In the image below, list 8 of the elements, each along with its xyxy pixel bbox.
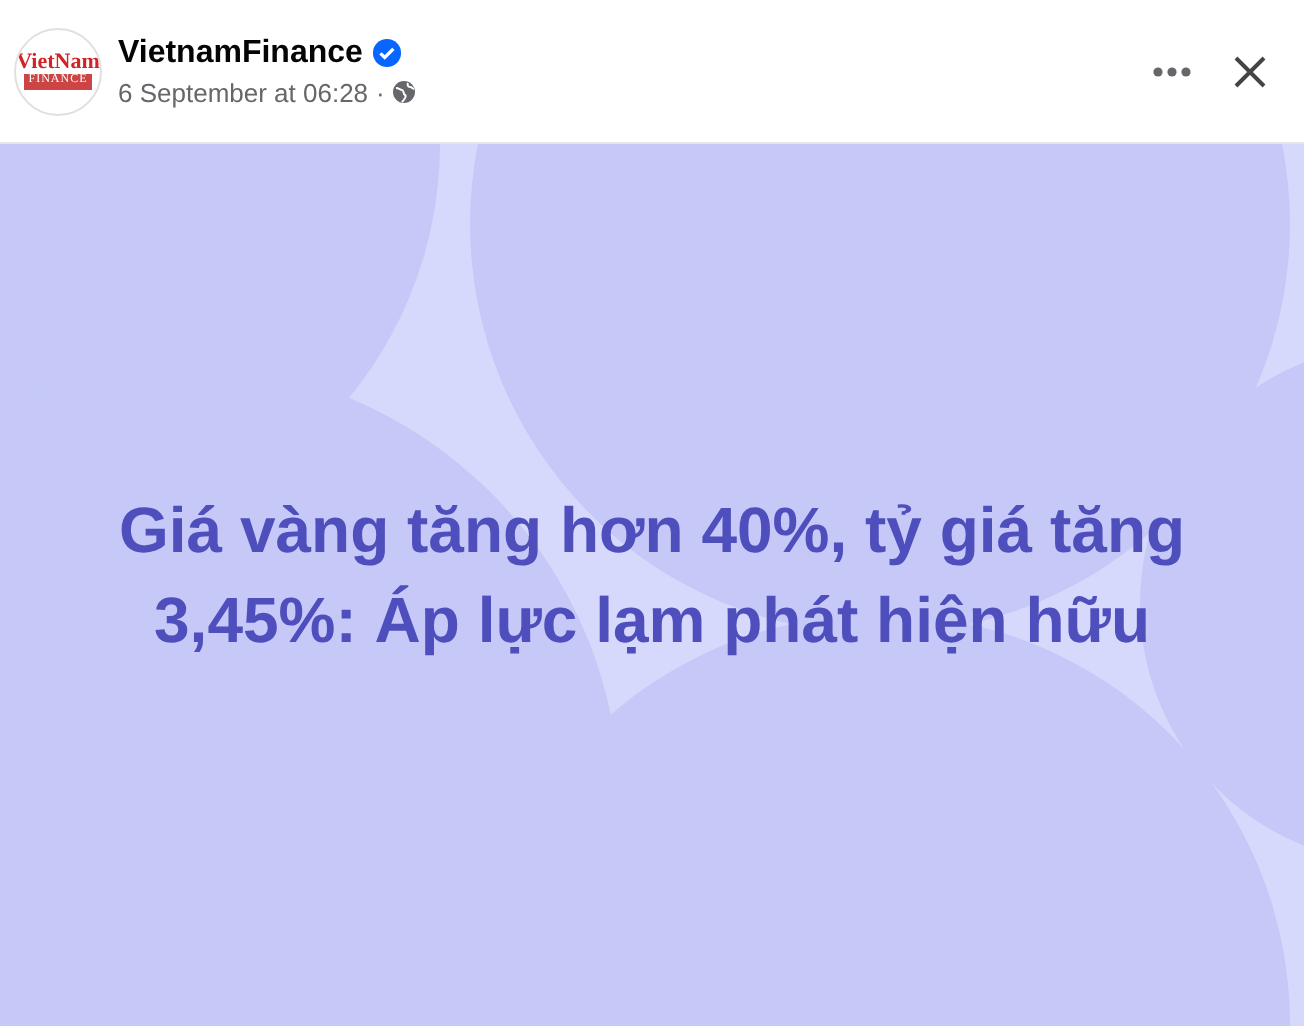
separator-dot: ·: [376, 77, 385, 107]
more-icon: [1152, 65, 1192, 77]
close-icon: [1232, 53, 1268, 89]
author-name[interactable]: VietnamFinance: [118, 35, 363, 71]
post-text: Giá vàng tăng hơn 40%, tỷ giá tăng 3,45%: Áp lực lạm phát hiện hữu: [116, 491, 1188, 660]
post-timestamp[interactable]: 6 September at 06:28: [118, 77, 369, 107]
logo-text: VietNam: [16, 52, 100, 75]
globe-icon[interactable]: [392, 80, 417, 104]
